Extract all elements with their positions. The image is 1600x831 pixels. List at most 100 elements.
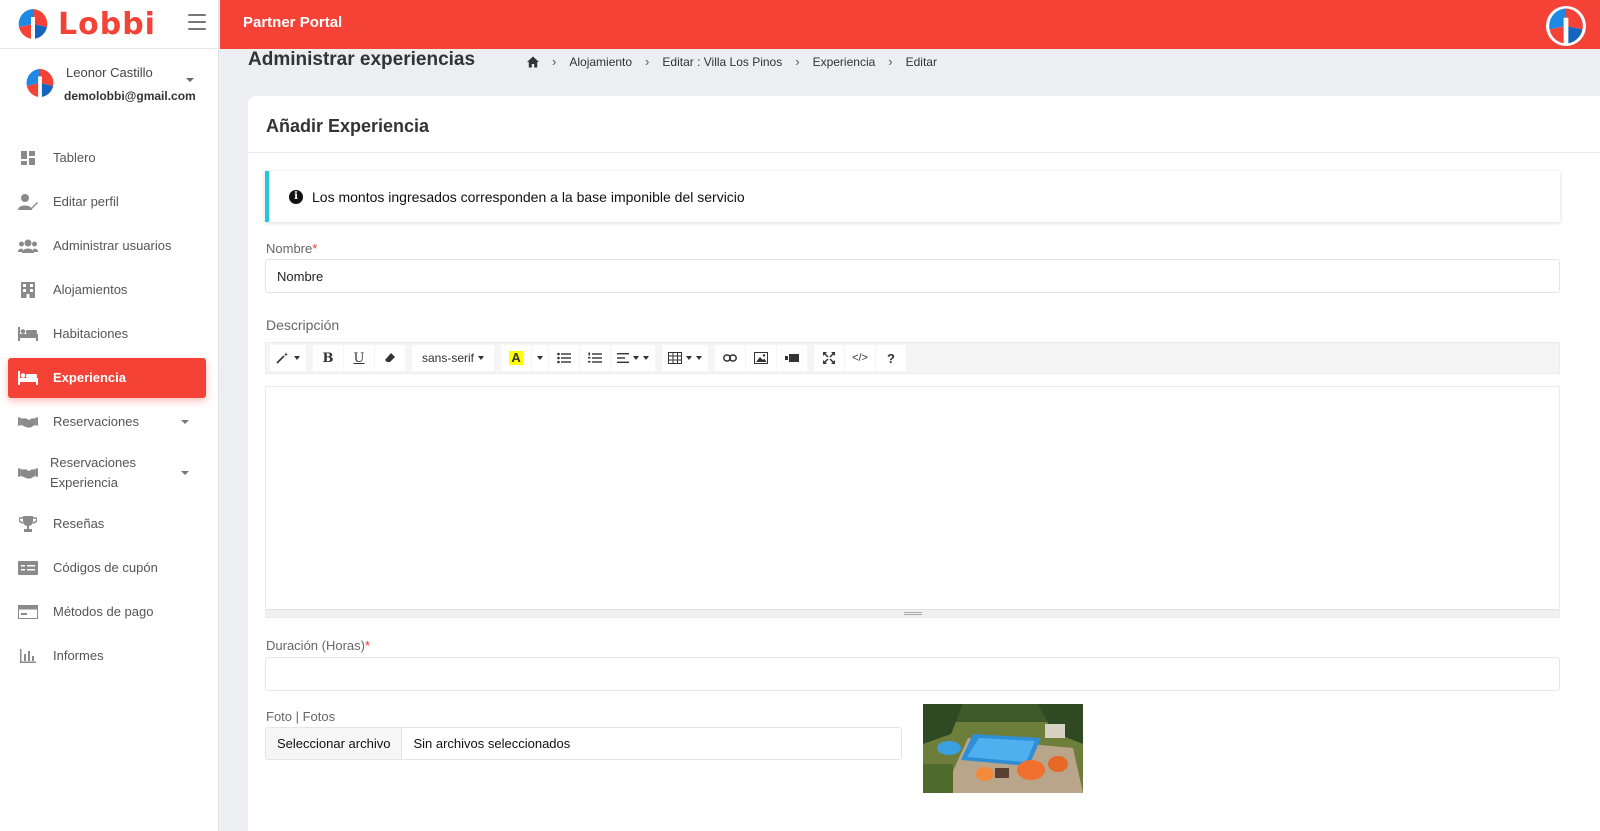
- chevron-down-icon[interactable]: [181, 471, 189, 475]
- sidebar-item-tablero[interactable]: Tablero: [0, 136, 219, 180]
- handshake-icon: [18, 465, 38, 481]
- sidebar-item-metodos-pago[interactable]: Métodos de pago: [0, 590, 219, 634]
- eraser-icon[interactable]: [375, 345, 405, 371]
- avatar: [25, 68, 55, 98]
- font-family-value: sans-serif: [422, 351, 475, 365]
- fotos-file-input[interactable]: Seleccionar archivo Sin archivos selecci…: [265, 727, 902, 760]
- top-bar: Partner Portal: [220, 0, 1600, 49]
- link-icon[interactable]: [715, 345, 746, 371]
- payment-icon: [18, 604, 38, 620]
- sidebar-item-reservaciones-experiencia[interactable]: Reservaciones Experiencia: [0, 444, 219, 502]
- image-icon[interactable]: [746, 345, 777, 371]
- handshake-icon: [18, 414, 38, 430]
- duracion-label: Duración (Horas)*: [266, 638, 370, 653]
- code-view-icon[interactable]: </>: [845, 345, 876, 371]
- text-color-icon[interactable]: A: [501, 345, 532, 371]
- divider: [248, 152, 1600, 153]
- sidebar-item-label: Reservaciones Experiencia: [50, 455, 136, 490]
- sidebar-item-administrar-usuarios[interactable]: Administrar usuarios: [0, 224, 219, 268]
- breadcrumb-separator-icon: ›: [552, 54, 557, 69]
- sidebar-item-label: Habitaciones: [53, 326, 129, 341]
- paragraph-align-icon[interactable]: [611, 345, 656, 371]
- breadcrumb-item[interactable]: Alojamiento: [569, 55, 632, 69]
- sidebar-item-label: Alojamientos: [53, 282, 128, 297]
- ordered-list-icon[interactable]: [580, 345, 611, 371]
- descripcion-label: Descripción: [266, 317, 340, 333]
- sidebar-item-reservaciones[interactable]: Reservaciones: [0, 400, 219, 444]
- required-mark: *: [364, 638, 371, 653]
- help-icon[interactable]: ?: [876, 345, 907, 371]
- breadcrumb-item[interactable]: Experiencia: [813, 55, 876, 69]
- description-editor[interactable]: [265, 386, 1560, 618]
- editor-toolbar: B U sans-serif A </> ?: [265, 342, 1560, 374]
- breadcrumb-item-current: Editar: [905, 54, 937, 69]
- nombre-input[interactable]: Nombre: [265, 259, 1560, 293]
- table-icon[interactable]: [662, 345, 709, 371]
- nombre-label: Nombre*: [266, 241, 317, 256]
- select-file-button[interactable]: Seleccionar archivo: [266, 728, 403, 759]
- chevron-down-icon[interactable]: [181, 420, 189, 424]
- sidebar-item-label: Métodos de pago: [53, 604, 154, 619]
- account-avatar-icon[interactable]: [1546, 6, 1586, 46]
- editor-resize-handle[interactable]: [266, 609, 1559, 617]
- user-name: Leonor Castillo: [66, 65, 153, 80]
- fotos-label: Foto | Fotos: [266, 709, 336, 724]
- info-icon: i: [289, 189, 303, 204]
- portal-title: Partner Portal: [243, 14, 343, 31]
- dashboard-icon: [18, 150, 38, 166]
- sidebar-nav: Tablero Editar perfil Administrar usuari…: [0, 136, 219, 678]
- sidebar-item-label: Reservaciones: [53, 414, 139, 429]
- breadcrumb-item[interactable]: Editar : Villa Los Pinos: [662, 55, 782, 69]
- experience-form-card: Añadir Experiencia i Los montos ingresad…: [248, 96, 1600, 831]
- building-icon: [18, 282, 38, 298]
- font-family-select[interactable]: sans-serif: [412, 345, 495, 371]
- chart-icon: [18, 648, 38, 664]
- breadcrumb-separator-icon: ›: [888, 54, 893, 69]
- nombre-placeholder: Nombre: [277, 268, 324, 284]
- style-magic-wand-icon[interactable]: [270, 345, 306, 371]
- color-dropdown-icon[interactable]: [532, 345, 549, 371]
- user-panel[interactable]: Leonor Castillo demolobbi@gmail.com: [0, 49, 218, 121]
- bold-icon[interactable]: B: [313, 345, 343, 371]
- sidebar-item-informes[interactable]: Informes: [0, 634, 219, 678]
- fullscreen-icon[interactable]: [814, 345, 845, 371]
- video-icon[interactable]: [777, 345, 808, 371]
- breadcrumb-separator-icon: ›: [645, 54, 650, 69]
- page-title: Administrar experiencias: [248, 49, 476, 70]
- sidebar: Lobbi Leonor Castillo demolobbi@gmail.co…: [0, 0, 219, 831]
- card-title: Añadir Experiencia: [266, 116, 430, 136]
- trophy-icon: [18, 516, 38, 532]
- lobbi-logo-icon[interactable]: [16, 7, 50, 41]
- sidebar-item-habitaciones[interactable]: Habitaciones: [0, 312, 219, 356]
- sidebar-item-codigos-cupon[interactable]: Códigos de cupón: [0, 546, 219, 590]
- duracion-label-text: Duración (Horas): [266, 638, 365, 653]
- breadcrumb: › Alojamiento › Editar : Villa Los Pinos…: [527, 54, 937, 69]
- underline-icon[interactable]: U: [344, 345, 374, 371]
- sidebar-item-label: Códigos de cupón: [53, 560, 158, 575]
- required-mark: *: [312, 241, 318, 256]
- info-alert: i Los montos ingresados corresponden a l…: [265, 171, 1560, 222]
- user-menu-caret-icon[interactable]: [186, 78, 194, 82]
- sidebar-item-alojamientos[interactable]: Alojamientos: [0, 268, 219, 312]
- sidebar-item-label: Editar perfil: [53, 194, 119, 209]
- user-edit-icon: [18, 194, 38, 210]
- brand: Lobbi: [0, 0, 218, 49]
- photo-thumbnail[interactable]: [923, 704, 1083, 793]
- sidebar-item-label: Informes: [53, 648, 104, 663]
- sidebar-item-label: Reseñas: [53, 516, 105, 531]
- sidebar-item-editar-perfil[interactable]: Editar perfil: [0, 180, 219, 224]
- hamburger-menu-icon[interactable]: [188, 14, 206, 30]
- sidebar-item-label: Experiencia: [53, 370, 126, 385]
- sidebar-item-label: Administrar usuarios: [53, 238, 172, 253]
- duracion-input[interactable]: [265, 657, 1560, 691]
- sidebar-item-experiencia[interactable]: Experiencia: [8, 358, 206, 398]
- home-icon[interactable]: [527, 56, 539, 68]
- users-icon: [18, 238, 38, 254]
- brand-name: Lobbi: [58, 6, 156, 42]
- user-email: demolobbi@gmail.com: [64, 89, 196, 103]
- unordered-list-icon[interactable]: [549, 345, 580, 371]
- alert-text: Los montos ingresados corresponden a la …: [312, 188, 745, 205]
- sidebar-item-resenas[interactable]: Reseñas: [0, 502, 219, 546]
- coupon-icon: [18, 560, 38, 576]
- sidebar-item-label: Tablero: [53, 150, 96, 165]
